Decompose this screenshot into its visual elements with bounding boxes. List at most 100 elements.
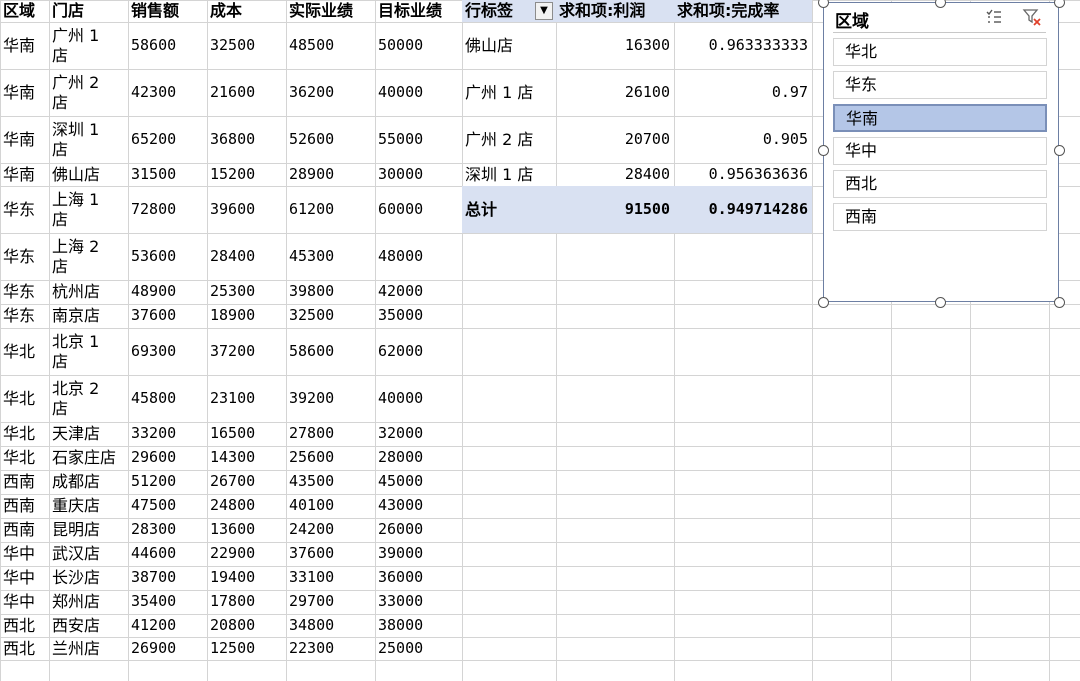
- source-cell[interactable]: 北京 2 店: [52, 379, 124, 419]
- pivot-profit-header[interactable]: 求和项:利润: [559, 1, 670, 21]
- multi-select-icon[interactable]: [984, 7, 1004, 27]
- source-header-cell[interactable]: 销售额: [131, 1, 203, 21]
- source-cell[interactable]: 兰州店: [52, 639, 124, 659]
- source-cell[interactable]: 西北: [3, 616, 45, 636]
- source-header-cell[interactable]: 门店: [52, 1, 124, 21]
- source-cell[interactable]: 华北: [3, 342, 45, 362]
- source-cell[interactable]: 华北: [3, 424, 45, 444]
- slicer-item[interactable]: 西北: [833, 170, 1047, 198]
- pivot-rate-header[interactable]: 求和项:完成率: [677, 1, 808, 21]
- source-cell[interactable]: 32000: [378, 424, 458, 443]
- source-cell[interactable]: 42300: [131, 83, 203, 102]
- source-cell[interactable]: 25600: [289, 448, 371, 467]
- source-cell[interactable]: 西安店: [52, 616, 124, 636]
- source-cell[interactable]: 西北: [3, 639, 45, 659]
- source-cell[interactable]: 29700: [289, 592, 371, 611]
- source-cell[interactable]: 重庆店: [52, 496, 124, 516]
- source-cell[interactable]: 西南: [3, 496, 45, 516]
- pivot-row-label-header[interactable]: 行标签: [465, 1, 531, 21]
- source-cell[interactable]: 42000: [378, 282, 458, 301]
- resize-handle[interactable]: [818, 145, 829, 156]
- source-cell[interactable]: 15200: [210, 165, 282, 184]
- source-header-cell[interactable]: 实际业绩: [289, 1, 371, 21]
- source-cell[interactable]: 30000: [378, 165, 458, 184]
- source-cell[interactable]: 62000: [378, 342, 458, 361]
- source-cell[interactable]: 华东: [3, 306, 45, 326]
- source-cell[interactable]: 28400: [210, 247, 282, 266]
- source-cell[interactable]: 23100: [210, 389, 282, 408]
- source-cell[interactable]: 40000: [378, 83, 458, 102]
- source-cell[interactable]: 29600: [131, 448, 203, 467]
- resize-handle[interactable]: [1054, 145, 1065, 156]
- source-cell[interactable]: 72800: [131, 200, 203, 219]
- source-cell[interactable]: 21600: [210, 83, 282, 102]
- source-cell[interactable]: 18900: [210, 306, 282, 325]
- source-cell[interactable]: 36000: [378, 568, 458, 587]
- source-cell[interactable]: 25300: [210, 282, 282, 301]
- source-cell[interactable]: 16500: [210, 424, 282, 443]
- source-cell[interactable]: 40100: [289, 496, 371, 515]
- source-cell[interactable]: 47500: [131, 496, 203, 515]
- slicer-item[interactable]: 华北: [833, 38, 1047, 66]
- source-cell[interactable]: 60000: [378, 200, 458, 219]
- source-cell[interactable]: 13600: [210, 520, 282, 539]
- pivot-profit-cell[interactable]: 16300: [559, 36, 670, 55]
- source-cell[interactable]: 39000: [378, 544, 458, 563]
- source-cell[interactable]: 华北: [3, 389, 45, 409]
- source-cell[interactable]: 31500: [131, 165, 203, 184]
- source-cell[interactable]: 华中: [3, 592, 45, 612]
- source-cell[interactable]: 26700: [210, 472, 282, 491]
- source-cell[interactable]: 48000: [378, 247, 458, 266]
- source-cell[interactable]: 52600: [289, 130, 371, 149]
- slicer-item[interactable]: 华中: [833, 137, 1047, 165]
- source-cell[interactable]: 14300: [210, 448, 282, 467]
- source-cell[interactable]: 杭州店: [52, 282, 124, 302]
- pivot-rate-cell[interactable]: 0.956363636: [677, 165, 808, 184]
- source-cell[interactable]: 华南: [3, 83, 45, 103]
- source-cell[interactable]: 26900: [131, 639, 203, 658]
- pivot-rate-cell[interactable]: 0.97: [677, 83, 808, 102]
- source-header-cell[interactable]: 成本: [210, 1, 282, 21]
- source-cell[interactable]: 28000: [378, 448, 458, 467]
- source-cell[interactable]: 48500: [289, 36, 371, 55]
- slicer-item[interactable]: 华东: [833, 71, 1047, 99]
- source-cell[interactable]: 51200: [131, 472, 203, 491]
- source-header-cell[interactable]: 目标业绩: [378, 1, 458, 21]
- source-cell[interactable]: 25000: [378, 639, 458, 658]
- source-cell[interactable]: 48900: [131, 282, 203, 301]
- source-cell[interactable]: 61200: [289, 200, 371, 219]
- source-cell[interactable]: 45800: [131, 389, 203, 408]
- source-cell[interactable]: 69300: [131, 342, 203, 361]
- source-cell[interactable]: 45000: [378, 472, 458, 491]
- source-cell[interactable]: 华南: [3, 36, 45, 56]
- source-cell[interactable]: 38700: [131, 568, 203, 587]
- source-cell[interactable]: 35000: [378, 306, 458, 325]
- source-cell[interactable]: 17800: [210, 592, 282, 611]
- source-cell[interactable]: 华中: [3, 568, 45, 588]
- source-cell[interactable]: 37600: [131, 306, 203, 325]
- source-cell[interactable]: 44600: [131, 544, 203, 563]
- source-cell[interactable]: 65200: [131, 130, 203, 149]
- source-cell[interactable]: 24800: [210, 496, 282, 515]
- source-cell[interactable]: 58600: [289, 342, 371, 361]
- source-cell[interactable]: 成都店: [52, 472, 124, 492]
- source-cell[interactable]: 36800: [210, 130, 282, 149]
- source-cell[interactable]: 45300: [289, 247, 371, 266]
- source-cell[interactable]: 上海 2 店: [52, 237, 124, 277]
- resize-handle[interactable]: [818, 297, 829, 308]
- source-cell[interactable]: 28900: [289, 165, 371, 184]
- source-cell[interactable]: 华东: [3, 282, 45, 302]
- source-cell[interactable]: 35400: [131, 592, 203, 611]
- source-cell[interactable]: 西南: [3, 520, 45, 540]
- source-cell[interactable]: 33000: [378, 592, 458, 611]
- source-cell[interactable]: 郑州店: [52, 592, 124, 612]
- resize-handle[interactable]: [1054, 297, 1065, 308]
- source-cell[interactable]: 石家庄店: [52, 448, 124, 468]
- source-cell[interactable]: 西南: [3, 472, 45, 492]
- source-cell[interactable]: 22900: [210, 544, 282, 563]
- source-cell[interactable]: 43000: [378, 496, 458, 515]
- source-cell[interactable]: 41200: [131, 616, 203, 635]
- source-cell[interactable]: 天津店: [52, 424, 124, 444]
- source-cell[interactable]: 36200: [289, 83, 371, 102]
- source-cell[interactable]: 北京 1 店: [52, 332, 124, 372]
